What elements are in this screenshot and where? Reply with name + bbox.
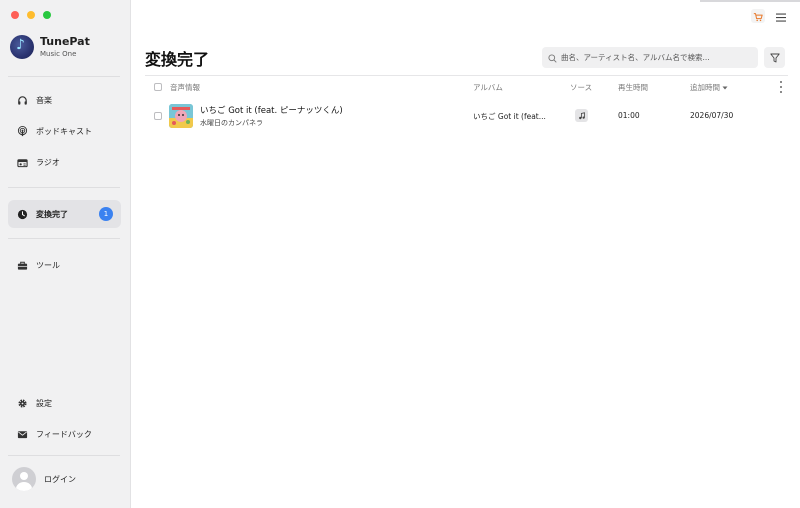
more-options-icon[interactable] [779, 81, 783, 93]
filter-icon [769, 48, 780, 67]
converted-count-badge: 1 [99, 207, 113, 221]
column-header-info: 音声情報 [170, 83, 200, 92]
app-window: TunePat Music One 音楽 ポッドキャスト ラジオ [0, 0, 800, 508]
select-all-checkbox[interactable] [154, 83, 162, 91]
login-button[interactable]: ログイン [12, 467, 76, 491]
sidebar-divider [8, 238, 120, 239]
sidebar-item-feedback[interactable]: フィードバック [8, 420, 121, 448]
music-source-icon [575, 109, 588, 122]
brand-subtitle: Music One [40, 49, 77, 58]
sidebar-item-music[interactable]: 音楽 [8, 86, 121, 114]
search-input[interactable] [561, 53, 751, 62]
column-header-duration[interactable]: 再生時間 [618, 82, 648, 93]
track-added-date: 2026/07/30 [690, 111, 734, 120]
sidebar-item-radio[interactable]: ラジオ [8, 148, 121, 176]
hamburger-menu-icon [776, 7, 786, 26]
sidebar-item-label: フィードバック [36, 429, 92, 439]
table-row[interactable]: いちご Got it (feat. ピーナッツくん) 水曜日のカンパネラ いちご… [145, 101, 789, 131]
cart-button[interactable] [751, 9, 765, 23]
mail-icon [16, 428, 28, 440]
brand-name: TunePat [40, 34, 90, 48]
track-artist[interactable]: 水曜日のカンパネラ [200, 118, 263, 128]
podcast-icon [16, 125, 28, 137]
search-box[interactable] [542, 47, 758, 68]
page-title: 変換完了 [145, 50, 210, 69]
sidebar-item-label: 変換完了 [36, 209, 68, 219]
album-cover-image [169, 104, 193, 128]
sidebar-divider [8, 455, 120, 456]
sidebar-item-label: ラジオ [36, 157, 60, 167]
sidebar-divider [8, 187, 120, 188]
main-content: 変換完了 音声情報 アルバム ソース 再生時間 追加時間 [131, 0, 800, 508]
sidebar-item-label: 設定 [36, 398, 52, 408]
brand: TunePat Music One [10, 35, 90, 59]
login-label: ログイン [44, 474, 76, 484]
sidebar: TunePat Music One 音楽 ポッドキャスト ラジオ [0, 0, 131, 508]
sidebar-item-label: 音楽 [36, 95, 52, 105]
clock-icon [16, 208, 28, 220]
track-title: いちご Got it (feat. ピーナッツくん) [200, 106, 343, 116]
filter-button[interactable] [764, 47, 785, 68]
toolbox-icon [16, 259, 28, 271]
window-controls [11, 11, 51, 19]
track-duration: 01:00 [618, 111, 640, 120]
cart-icon [753, 7, 763, 26]
tunepat-logo-icon [10, 35, 34, 59]
column-header-source[interactable]: ソース [570, 82, 592, 93]
sidebar-item-label: ツール [36, 260, 60, 270]
sort-desc-icon [722, 86, 728, 90]
track-album: いちご Got it (feat... [473, 112, 546, 121]
sidebar-item-tools[interactable]: ツール [8, 251, 121, 279]
menu-button[interactable] [775, 10, 787, 22]
headphones-icon [16, 94, 28, 106]
sidebar-divider [8, 76, 120, 77]
column-header-album[interactable]: アルバム [473, 82, 503, 93]
table-divider [145, 75, 788, 76]
top-strip [700, 0, 800, 2]
maximize-window-button[interactable] [43, 11, 51, 19]
sidebar-item-label: ポッドキャスト [36, 126, 92, 136]
radio-icon [16, 156, 28, 168]
sidebar-item-converted[interactable]: 変換完了 1 [8, 200, 121, 228]
table-header: 音声情報 アルバム ソース 再生時間 追加時間 [145, 80, 789, 94]
search-icon [548, 48, 557, 67]
gear-icon [16, 397, 28, 409]
column-header-added-label: 追加時間 [690, 83, 720, 92]
column-header-added[interactable]: 追加時間 [690, 82, 728, 93]
minimize-window-button[interactable] [27, 11, 35, 19]
row-checkbox[interactable] [154, 112, 162, 120]
close-window-button[interactable] [11, 11, 19, 19]
sidebar-item-settings[interactable]: 設定 [8, 389, 121, 417]
sidebar-item-podcast[interactable]: ポッドキャスト [8, 117, 121, 145]
avatar [12, 467, 36, 491]
